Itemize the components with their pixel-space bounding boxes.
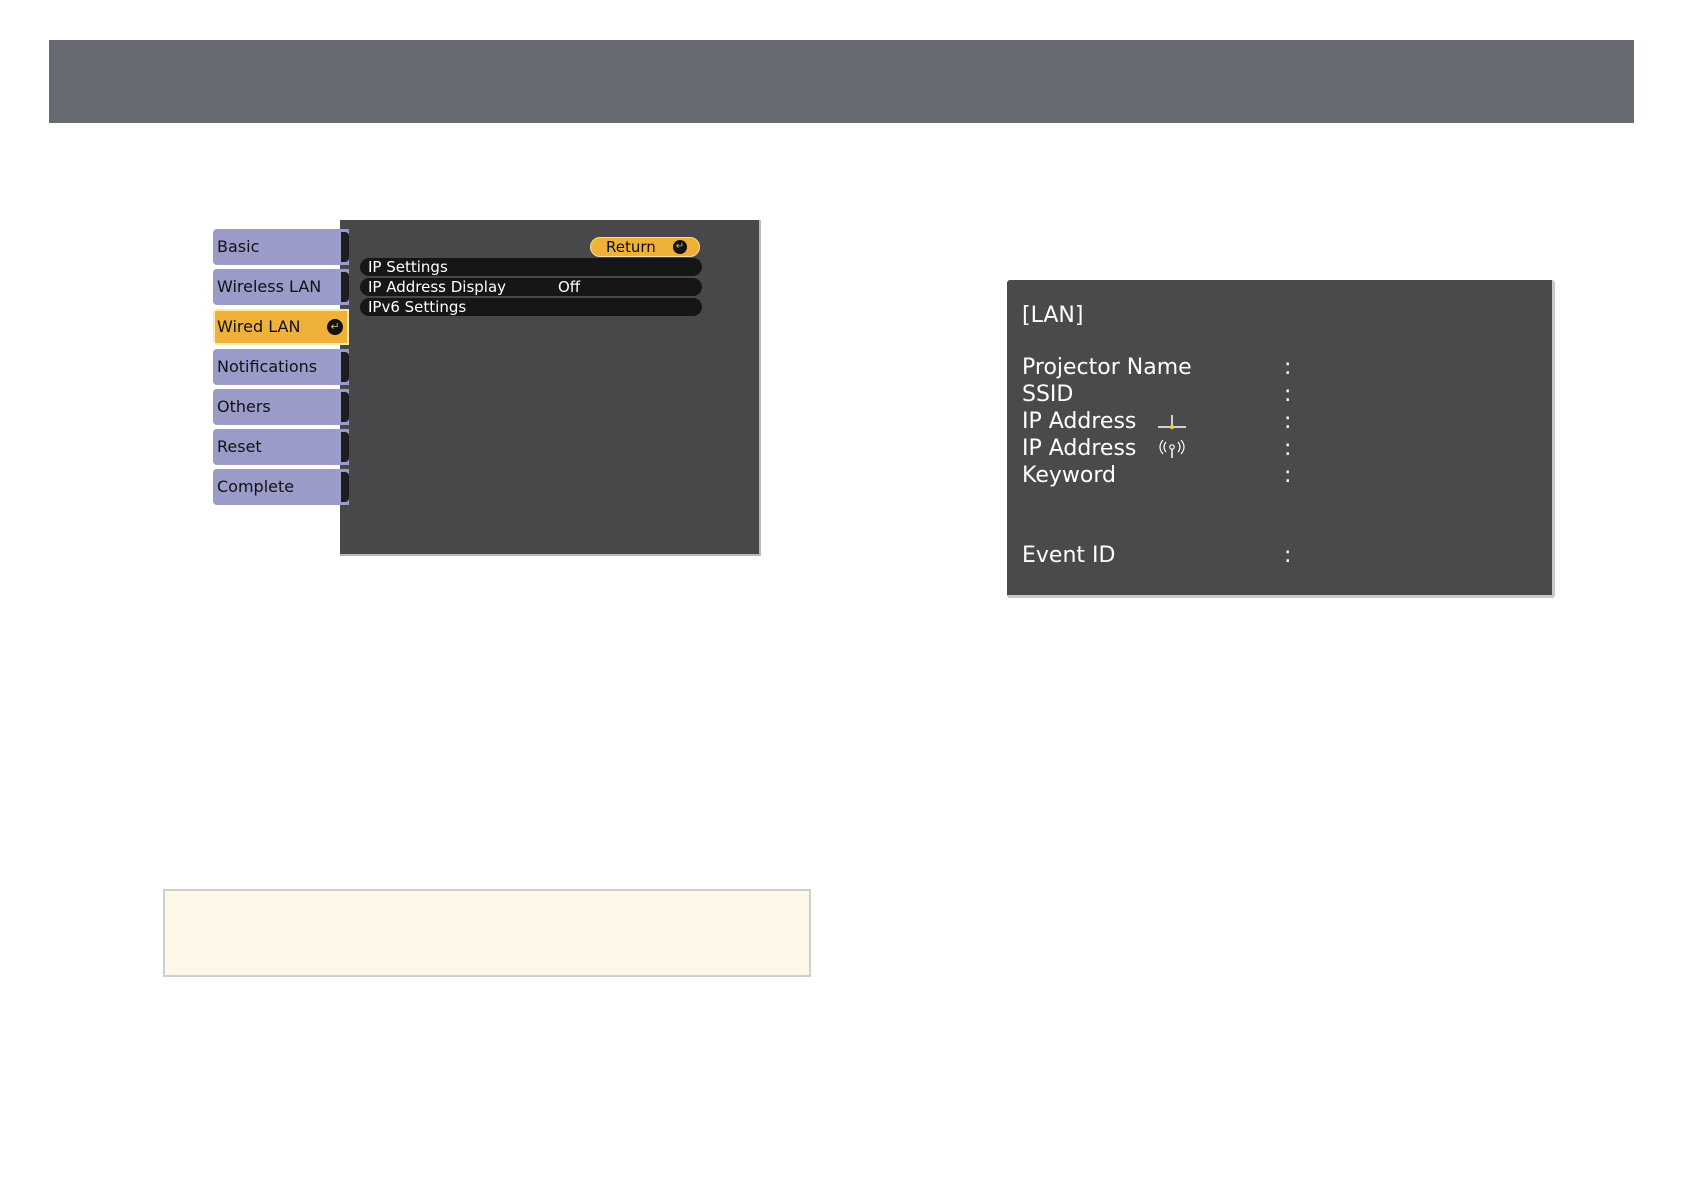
menu-item-value: Off (558, 278, 581, 296)
lan-row-keyword: Keyword : (1022, 463, 1542, 489)
lan-row-projector-name: Projector Name : (1022, 355, 1542, 381)
tab-label: Basic (217, 237, 260, 256)
menu-items: IP Settings IP Address Display Off IPv6 … (360, 258, 702, 318)
lan-row-label: Event ID (1022, 543, 1116, 568)
header-bar (49, 40, 1634, 123)
menu-item-label: IPv6 Settings (368, 298, 467, 316)
lan-row-colon: : (1284, 543, 1292, 568)
menu-tabs: Basic Wireless LAN Wired LAN ↵ Notificat… (213, 229, 349, 509)
tab-notifications[interactable]: Notifications (213, 349, 349, 385)
menu-item-label: IP Settings (368, 258, 448, 276)
tab-label: Complete (217, 477, 295, 496)
lan-row-ip-address-wired: IP Address : (1022, 409, 1542, 435)
menu-item-ipv6-settings[interactable]: IPv6 Settings (360, 298, 702, 316)
tab-wired-lan[interactable]: Wired LAN ↵ (213, 309, 349, 345)
lan-row-label: Projector Name (1022, 355, 1192, 380)
tab-basic[interactable]: Basic (213, 229, 349, 265)
page: Basic Wireless LAN Wired LAN ↵ Notificat… (0, 0, 1684, 1190)
lan-row-ssid: SSID : (1022, 382, 1542, 408)
tab-label: Wired LAN (217, 317, 301, 336)
lan-info-screen: [LAN] Projector Name : SSID : IP Address… (1007, 280, 1555, 598)
lan-row-colon: : (1284, 382, 1292, 407)
lan-row-ip-address-wireless: IP Address : (1022, 436, 1542, 462)
menu-item-label: IP Address Display (368, 278, 507, 296)
tab-reset[interactable]: Reset (213, 429, 349, 465)
lan-row-colon: : (1284, 463, 1292, 488)
lan-row-colon: : (1284, 355, 1292, 380)
wired-lan-icon (1158, 415, 1186, 430)
tab-wireless-lan[interactable]: Wireless LAN (213, 269, 349, 305)
tab-label: Others (217, 397, 271, 416)
return-label: Return (606, 238, 656, 256)
tab-label: Reset (217, 437, 262, 456)
lan-title: [LAN] (1022, 303, 1084, 328)
tab-label: Wireless LAN (217, 277, 322, 296)
tab-label: Notifications (217, 357, 318, 376)
lan-row-label: SSID (1022, 382, 1074, 407)
enter-icon: ↵ (327, 319, 343, 335)
menu-item-ip-address-display[interactable]: IP Address Display Off (360, 278, 702, 296)
wireless-lan-icon (1159, 439, 1185, 458)
lan-row-event-id: Event ID : (1022, 543, 1542, 569)
enter-icon: ↵ (673, 240, 687, 254)
tab-others[interactable]: Others (213, 389, 349, 425)
note-box (163, 889, 811, 977)
return-button[interactable]: Return ↵ (590, 237, 700, 257)
lan-row-label: Keyword (1022, 463, 1116, 488)
lan-row-colon: : (1284, 409, 1292, 434)
lan-row-label: IP Address (1022, 409, 1137, 434)
lan-row-label: IP Address (1022, 436, 1137, 461)
lan-row-colon: : (1284, 436, 1292, 461)
menu-item-ip-settings[interactable]: IP Settings (360, 258, 702, 276)
tab-complete[interactable]: Complete (213, 469, 349, 505)
